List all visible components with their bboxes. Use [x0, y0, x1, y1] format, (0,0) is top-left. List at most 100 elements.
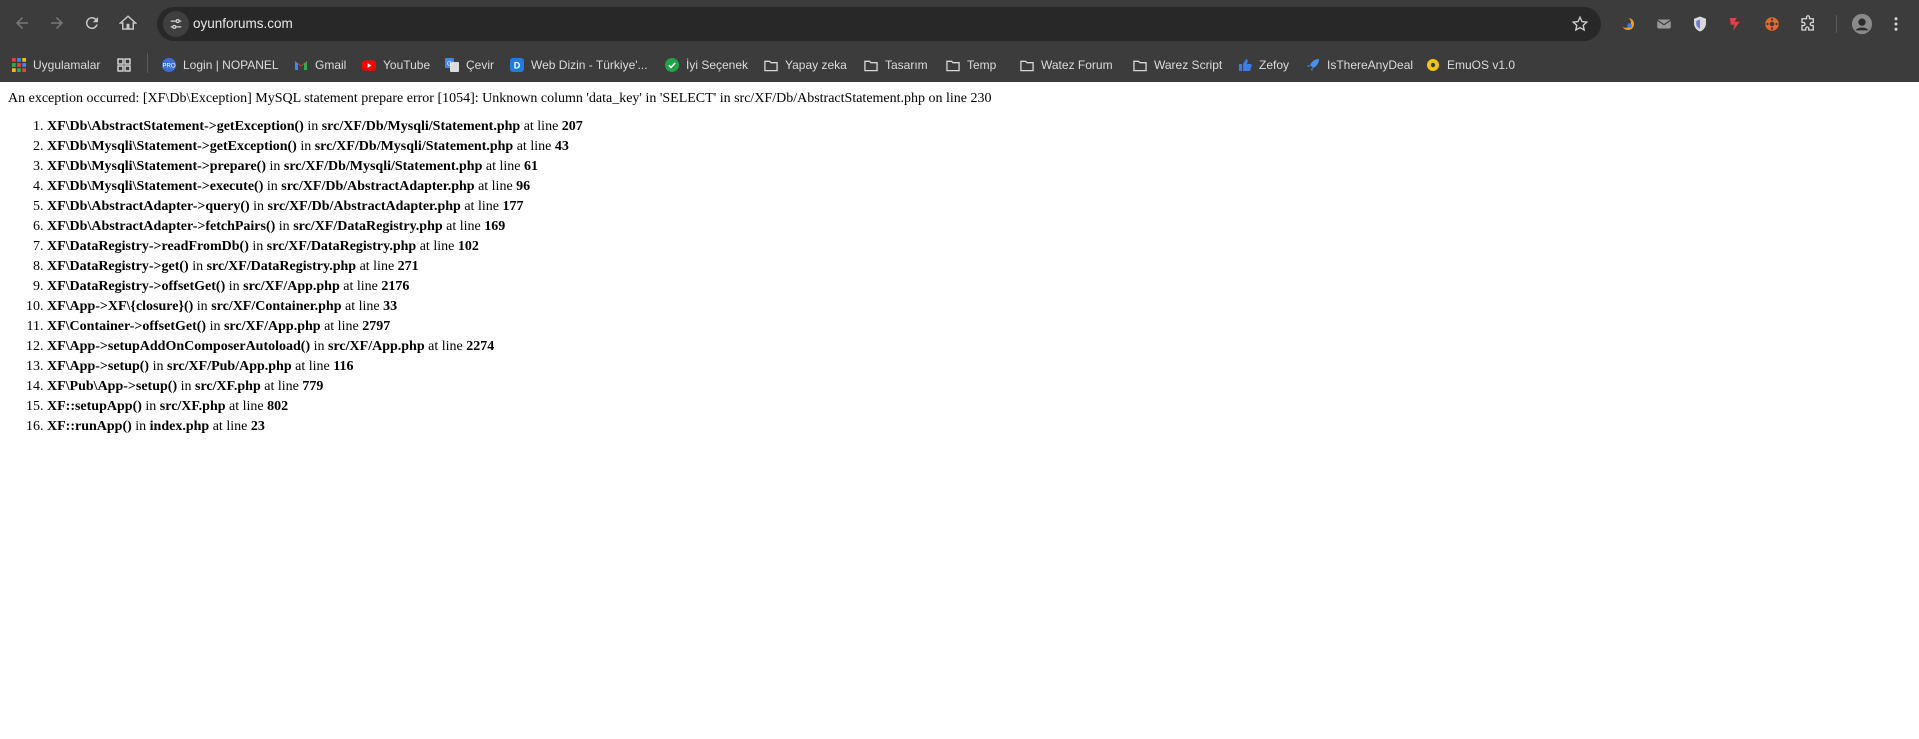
puzzle-icon[interactable] — [1797, 13, 1819, 35]
trace-file: src/XF/Db/Mysqli/Statement.php — [321, 119, 521, 134]
trace-file: src/XF/Db/Mysqli/Statement.php — [314, 139, 514, 154]
bookmarks-bar: Uygulamalar PRO Login | NOPANEL Gmail Yo… — [0, 47, 1919, 82]
bookmark-folder-tasarim[interactable]: Tasarım — [864, 55, 928, 75]
bookmark-label: Zefoy — [1259, 58, 1290, 72]
bookmark-folder-temp[interactable]: Temp — [946, 55, 996, 75]
bookmark-tab-groups[interactable] — [117, 55, 138, 75]
bookmark-nopanel[interactable]: PRO Login | NOPANEL — [162, 55, 279, 75]
forward-button[interactable] — [42, 8, 72, 38]
trace-file: src/XF.php — [159, 399, 226, 414]
trace-at-line: at line — [343, 279, 378, 294]
bookmark-label: Login | NOPANEL — [183, 58, 279, 72]
moon-ext-icon[interactable] — [1617, 13, 1639, 35]
trace-in: in — [269, 159, 281, 174]
trace-at-line: at line — [523, 119, 559, 134]
mail-ext-icon[interactable] — [1653, 13, 1675, 35]
bookmark-folder-warez-script[interactable]: Warez Script — [1133, 55, 1222, 75]
stack-trace-item: XF\DataRegistry->readFromDb() in src/XF/… — [47, 237, 583, 257]
site-info-button[interactable] — [163, 11, 189, 37]
trace-call: XF\Db\Mysqli\Statement->execute() — [47, 179, 264, 194]
trace-call: XF\Container->offsetGet() — [47, 319, 207, 334]
bookmark-zefoy[interactable]: Zefoy — [1238, 55, 1289, 75]
bookmark-folder-yapay-zeka[interactable]: Yapay zeka — [764, 55, 847, 75]
stack-trace-item: XF\Pub\App->setup() in src/XF.php at lin… — [47, 377, 583, 397]
bookmark-label: Uygulamalar — [33, 58, 101, 72]
bookmark-web-dizin[interactable]: D Web Dizin - Türkiye'... — [510, 55, 648, 75]
trace-at-line: at line — [419, 239, 455, 254]
emuos-icon — [1426, 58, 1440, 72]
folder-icon — [946, 58, 960, 72]
apps-grid-icon — [12, 58, 26, 72]
reload-button[interactable] — [77, 8, 107, 38]
bookmark-label: Warez Script — [1154, 58, 1223, 72]
trace-file: src/XF.php — [195, 379, 261, 394]
red-ext-icon[interactable] — [1725, 13, 1747, 35]
trace-call: XF\App->setupAddOnComposerAutoload() — [47, 339, 311, 354]
bookmark-iyi-secenek[interactable]: İyi Seçenek — [665, 55, 748, 75]
trace-call: XF\Db\AbstractAdapter->fetchPairs() — [47, 219, 276, 234]
trace-line-number: 23 — [250, 419, 265, 434]
bookmark-isthereanydeal[interactable]: IsThereAnyDeal — [1306, 55, 1413, 75]
trace-in: in — [253, 199, 265, 214]
trace-at-line: at line — [516, 139, 552, 154]
back-button[interactable] — [7, 8, 37, 38]
stack-trace-item: XF::setupApp() in src/XF.php at line 802 — [47, 397, 583, 417]
url-text[interactable]: oyunforums.com — [193, 16, 293, 31]
film-ext-icon[interactable] — [1761, 13, 1783, 35]
web-dizin-icon: D — [510, 58, 524, 72]
trace-call: XF::runApp() — [47, 419, 132, 434]
trace-file: src/XF/DataRegistry.php — [266, 239, 417, 254]
bookmarks-divider — [147, 53, 148, 73]
page-content: An exception occurred: [XF\Db\Exception]… — [0, 82, 1919, 739]
trace-in: in — [135, 419, 147, 434]
trace-file: src/XF/Db/AbstractAdapter.php — [267, 199, 461, 214]
trace-line-number: 96 — [516, 179, 531, 194]
address-bar[interactable]: oyunforums.com — [157, 7, 1601, 41]
home-button[interactable] — [113, 8, 143, 38]
trace-call: XF\App->XF\{closure}() — [47, 299, 194, 314]
stack-trace-item: XF\DataRegistry->get() in src/XF/DataReg… — [47, 257, 583, 277]
browser-toolbar: oyunforums.com — [0, 0, 1919, 47]
bookmark-label: Tasarım — [885, 58, 928, 72]
svg-text:D: D — [514, 61, 521, 71]
bookmark-folder-watez-forum[interactable]: Watez Forum — [1020, 55, 1113, 75]
trace-at-line: at line — [229, 399, 264, 414]
gmail-icon — [294, 58, 308, 72]
trace-at-line: at line — [345, 299, 380, 314]
bookmark-apps[interactable]: Uygulamalar — [12, 55, 100, 75]
toolbar-divider — [1836, 15, 1837, 33]
menu-kebab-icon[interactable] — [1885, 13, 1907, 35]
trace-in: in — [180, 379, 192, 394]
trace-line-number: 33 — [383, 299, 398, 314]
bookmark-youtube[interactable]: YouTube — [362, 55, 430, 75]
shield-ext-icon[interactable] — [1689, 13, 1711, 35]
bookmark-emuos[interactable]: EmuOS v1.0 — [1426, 55, 1515, 75]
trace-at-line: at line — [359, 259, 395, 274]
trace-in: in — [192, 259, 204, 274]
exception-message: An exception occurred: [XF\Db\Exception]… — [8, 91, 992, 106]
trace-at-line: at line — [464, 199, 499, 214]
tune-icon — [170, 19, 182, 29]
trace-call: XF\Db\Mysqli\Statement->getException() — [47, 139, 297, 154]
stack-trace-item: XF\Db\AbstractAdapter->query() in src/XF… — [47, 197, 583, 217]
browser-chrome: oyunforums.com Uygulamalar PRO Login | N… — [0, 0, 1919, 82]
bookmark-gmail[interactable]: Gmail — [294, 55, 346, 75]
stack-trace-item: XF\Db\Mysqli\Statement->prepare() in src… — [47, 157, 583, 177]
folder-icon — [764, 58, 778, 72]
trace-call: XF\DataRegistry->offsetGet() — [47, 279, 226, 294]
nopanel-icon: PRO — [162, 58, 176, 72]
trace-in: in — [145, 399, 157, 414]
trace-file: src/XF/App.php — [243, 279, 340, 294]
trace-in: in — [300, 139, 312, 154]
trace-call: XF\Db\AbstractStatement->getException() — [47, 119, 304, 134]
bookmark-star-icon[interactable] — [1571, 15, 1589, 33]
bookmark-translate[interactable]: G Çevir — [445, 55, 494, 75]
arrow-left-icon — [16, 17, 28, 29]
trace-line-number: 779 — [302, 379, 324, 394]
stack-trace-item: XF\Db\Mysqli\Statement->execute() in src… — [47, 177, 583, 197]
stack-trace-item: XF::runApp() in index.php at line 23 — [47, 417, 583, 437]
trace-line-number: 177 — [502, 199, 524, 214]
profile-avatar[interactable] — [1851, 13, 1873, 35]
stack-trace-item: XF\Container->offsetGet() in src/XF/App.… — [47, 317, 583, 337]
trace-file: src/XF/Container.php — [211, 299, 342, 314]
